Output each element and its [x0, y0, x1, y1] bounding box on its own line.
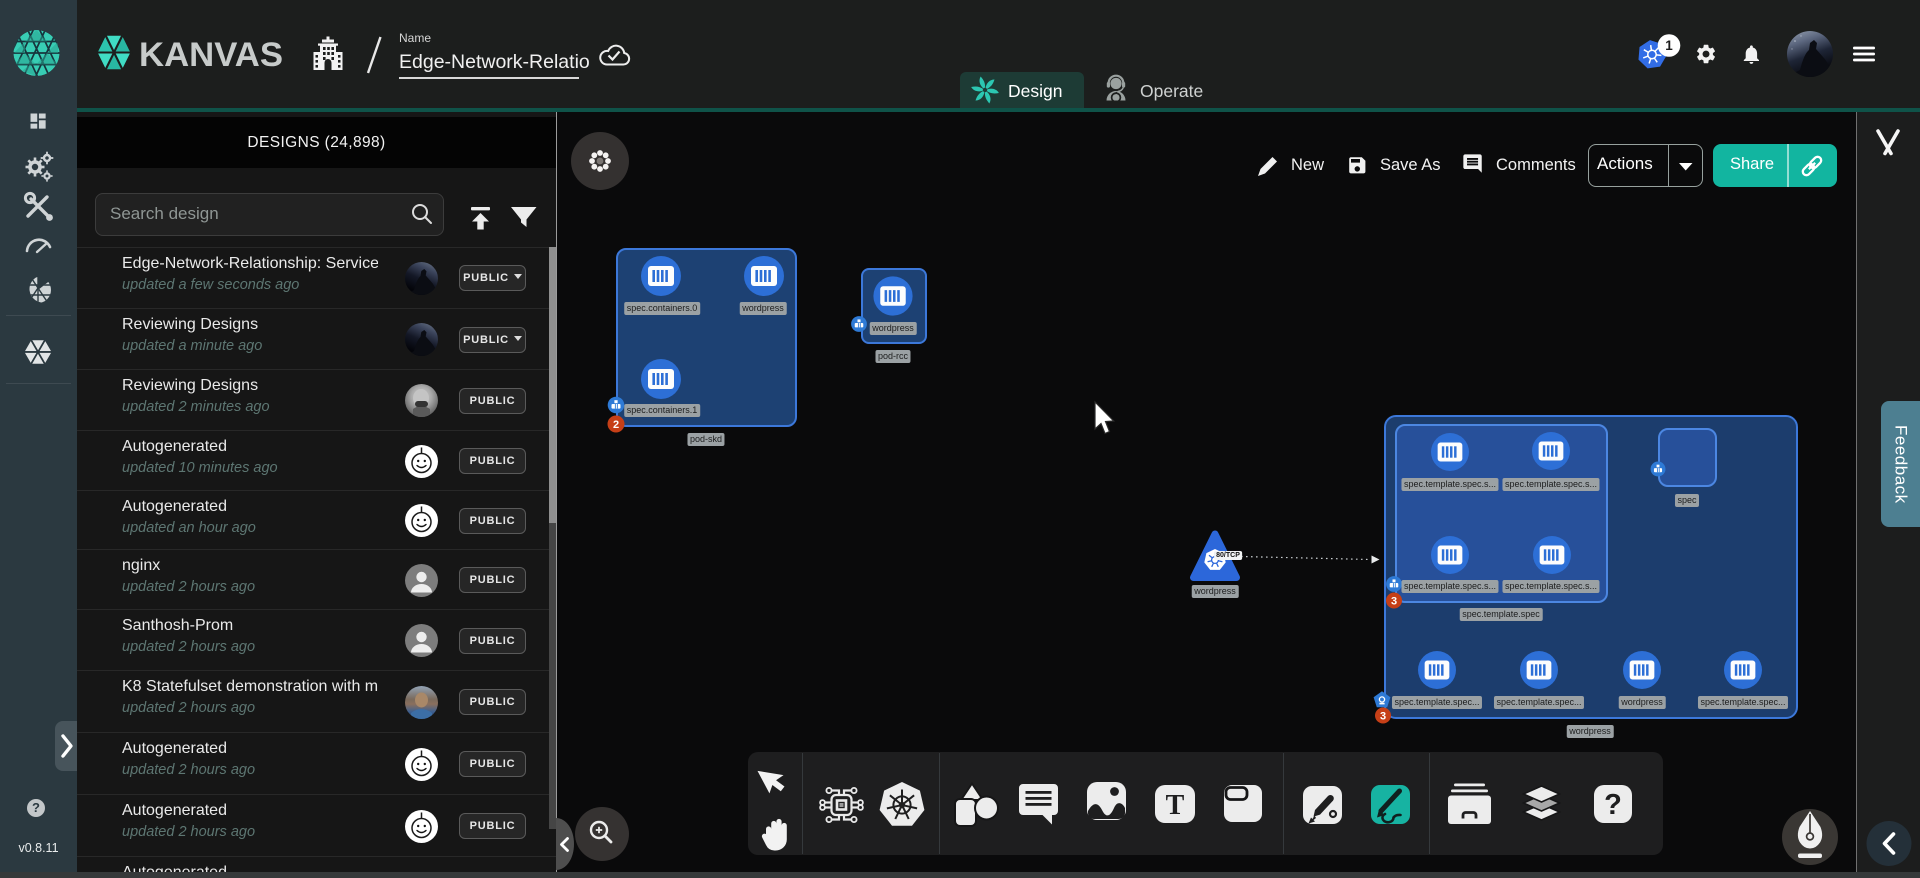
svg-text:3: 3 [1380, 711, 1386, 723]
svg-text:KANVAS: KANVAS [139, 36, 283, 74]
svg-text:3: 3 [1391, 596, 1397, 608]
svg-text:?: ? [1604, 789, 1622, 821]
svg-text:2: 2 [613, 419, 619, 431]
svg-text:1: 1 [1665, 38, 1673, 53]
svg-text:T: T [1166, 790, 1185, 821]
